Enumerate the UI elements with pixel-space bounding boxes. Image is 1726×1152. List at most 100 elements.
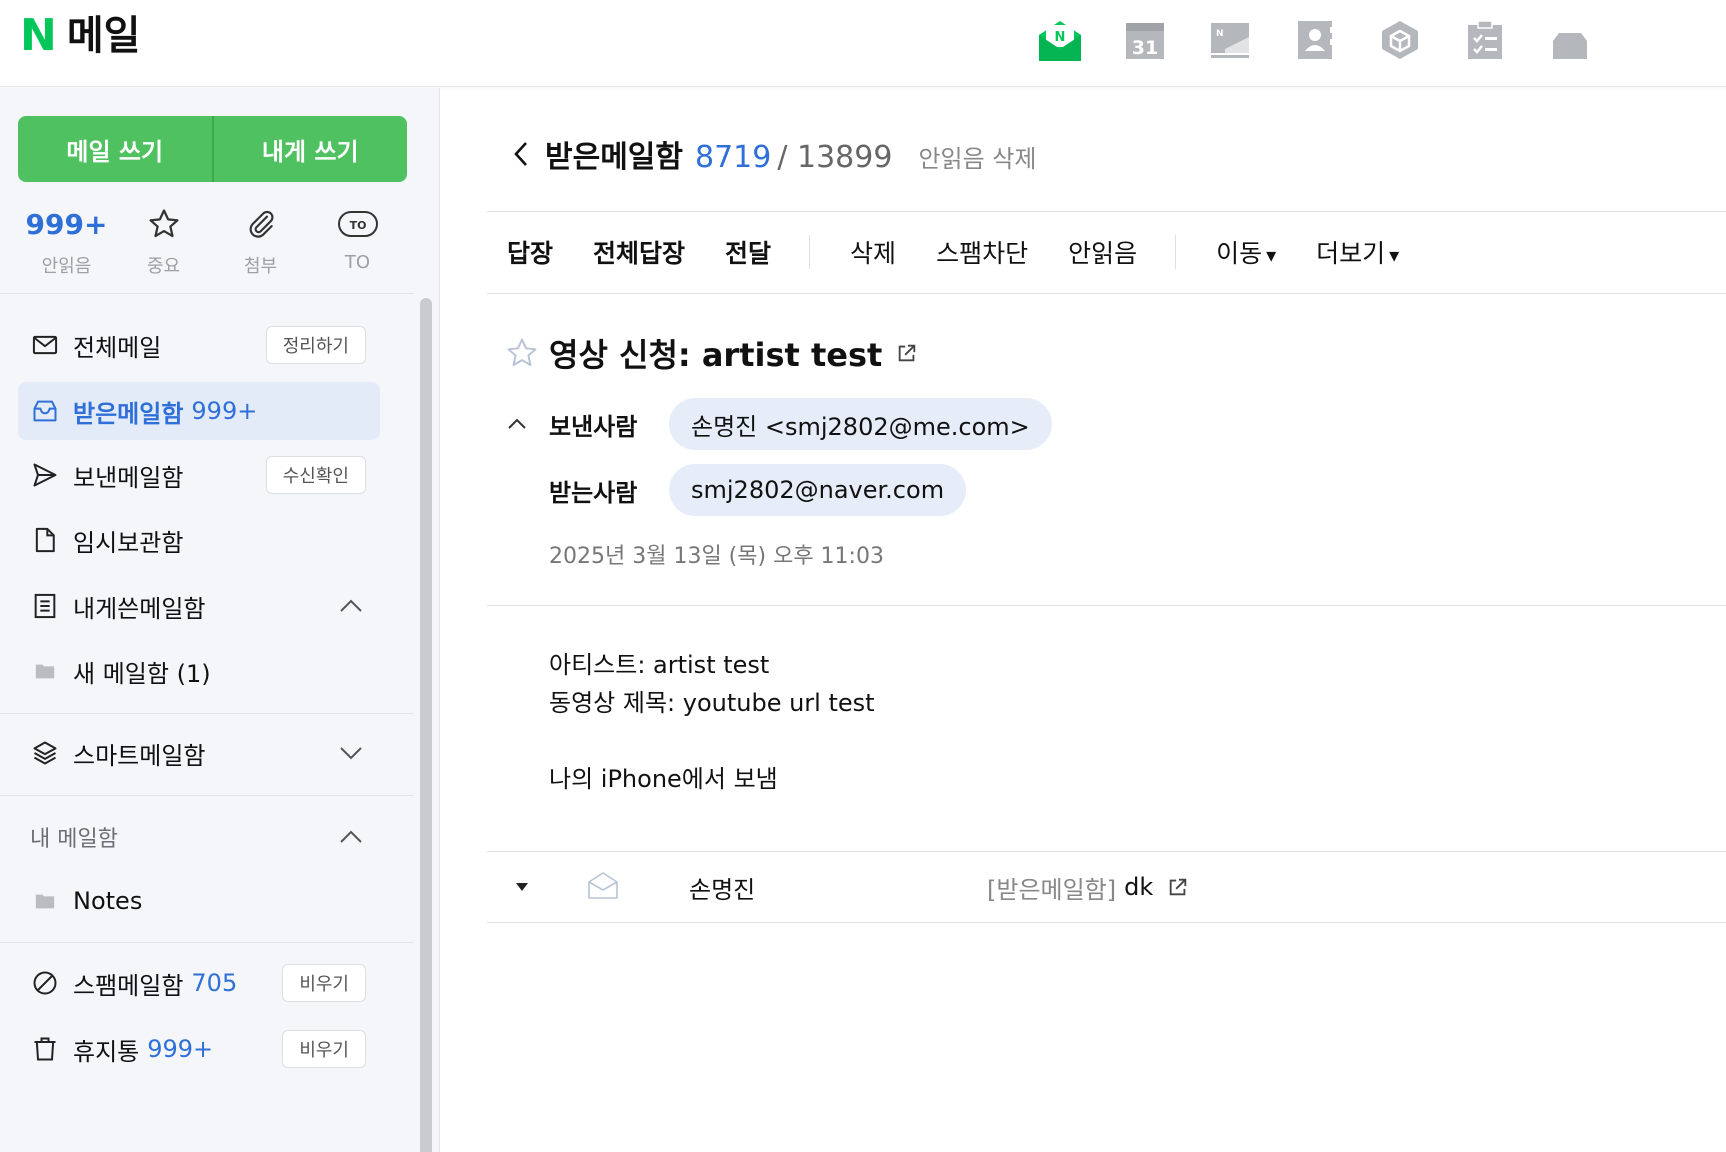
to-badge-icon: TO (337, 211, 378, 237)
attachment-filter[interactable]: 첨부 (212, 200, 309, 278)
folder-label: 스팸메일함 (73, 971, 184, 1000)
delete-button[interactable]: 삭제 (850, 234, 896, 270)
mail-view: 받은메일함 8719 / 13899 안읽음 삭제 답장 전체답장 전달 삭제 … (441, 88, 1726, 1152)
folder-icon (30, 656, 60, 686)
paperclip-icon (249, 210, 273, 238)
forward-button[interactable]: 전달 (725, 234, 771, 270)
divider (0, 942, 414, 943)
app-switcher: N 31 N (1036, 16, 1631, 64)
my-mailbox-section-title: 내 메일함 (30, 827, 118, 852)
block-icon (30, 968, 60, 998)
folder-notes[interactable]: Notes (18, 872, 380, 930)
folder-label: Notes (73, 887, 143, 915)
to-me-filter[interactable]: TO TO (309, 200, 406, 278)
body-line: 아티스트: artist test (549, 651, 770, 679)
envelope-icon (30, 330, 60, 360)
important-filter[interactable]: 중요 (115, 200, 212, 278)
to-me-filter-label: TO (344, 252, 371, 273)
folder-label: 보낸메일함 (73, 463, 184, 492)
thread-subject[interactable]: dk (1124, 873, 1153, 901)
calendar-app-icon[interactable]: 31 (1121, 16, 1169, 64)
mail-app-icon[interactable]: N (1036, 16, 1084, 64)
sidebar: 메일 쓰기 내게 쓰기 999+ 안읽음 중요 첨부 TO TO 전체메일 정리… (0, 88, 440, 1152)
folder-unread-count: 705 (191, 969, 238, 997)
external-link-icon[interactable] (1167, 876, 1189, 898)
body-signature: 나의 iPhone에서 보냄 (549, 765, 778, 793)
mail-subject-row: 영상 신청: artist test (505, 330, 918, 376)
mail-toolbar: 답장 전체답장 전달 삭제 스팸차단 안읽음 이동 더보기 (507, 234, 1439, 270)
empty-trash-button[interactable]: 비우기 (282, 1030, 366, 1068)
unread-count: 8719 (695, 140, 772, 175)
compose-self-button[interactable]: 내게 쓰기 (211, 116, 408, 182)
folder-label: 임시보관함 (73, 528, 184, 557)
folder-smart[interactable]: 스마트메일함 (18, 724, 380, 782)
document-icon (30, 525, 60, 555)
thread-sender: 손명진 (689, 875, 756, 904)
more-dropdown[interactable]: 더보기 (1316, 234, 1399, 270)
organize-button[interactable]: 정리하기 (265, 326, 366, 364)
star-icon[interactable] (505, 336, 539, 370)
unread-filter[interactable]: 999+ 안읽음 (18, 200, 115, 278)
read-receipt-button[interactable]: 수신확인 (265, 456, 366, 494)
mail-body: 아티스트: artist test 동영상 제목: youtube url te… (549, 646, 875, 798)
folder-label: 새 메일함 (1) (73, 659, 211, 688)
svg-text:N: N (1216, 29, 1224, 39)
delete-unread-button[interactable]: 안읽음 삭제 (918, 139, 1036, 174)
compose-mail-button[interactable]: 메일 쓰기 (18, 116, 212, 182)
send-icon (30, 460, 60, 490)
caret-down-icon (516, 883, 528, 891)
body-line: 동영상 제목: youtube url test (549, 689, 875, 717)
folder-label: 스마트메일함 (73, 741, 206, 770)
folder-spam[interactable]: 스팸메일함 705 비우기 (18, 954, 380, 1012)
quick-filters: 999+ 안읽음 중요 첨부 TO TO (18, 200, 408, 278)
spam-block-button[interactable]: 스팸차단 (936, 234, 1028, 270)
trash-icon (30, 1034, 60, 1064)
divider (487, 922, 1726, 923)
reply-all-button[interactable]: 전체답장 (593, 234, 685, 270)
compose-group: 메일 쓰기 내게 쓰기 (18, 116, 407, 182)
star-icon (148, 209, 179, 238)
chevron-down-icon[interactable] (336, 738, 366, 768)
recipient-chip[interactable]: smj2802@naver.com (669, 464, 967, 516)
attachment-filter-label: 첨부 (243, 256, 278, 277)
folder-header: 받은메일함 8719 / 13899 안읽음 삭제 (509, 132, 1036, 176)
folder-sent[interactable]: 보낸메일함 수신확인 (18, 446, 380, 504)
divider (487, 211, 1726, 212)
chevron-up-icon[interactable] (336, 591, 366, 621)
sender-chip[interactable]: 손명진 <smj2802@me.com> (669, 398, 1052, 450)
service-title: 메일 (66, 13, 141, 59)
more-app-icon[interactable] (1546, 16, 1594, 64)
external-link-icon[interactable] (896, 342, 918, 364)
back-arrow-icon[interactable] (509, 139, 533, 169)
folder-drafts[interactable]: 임시보관함 (18, 511, 380, 569)
thread-toggle[interactable] (487, 882, 557, 892)
folder-new-box[interactable]: 새 메일함 (1) (18, 642, 380, 700)
top-bar: N 메일 N 31 N (0, 0, 1726, 87)
folder-all-mail[interactable]: 전체메일 정리하기 (18, 316, 380, 374)
empty-spam-button[interactable]: 비우기 (282, 964, 366, 1002)
mark-unread-button[interactable]: 안읽음 (1068, 234, 1137, 270)
sidebar-scrollbar[interactable] (420, 298, 432, 1152)
folder-trash[interactable]: 휴지통 999+ 비우기 (18, 1020, 380, 1078)
news-app-icon[interactable]: N (1206, 16, 1254, 64)
svg-text:TO: TO (349, 219, 366, 232)
reply-button[interactable]: 답장 (507, 234, 553, 270)
folder-title: 받은메일함 (545, 140, 683, 175)
mail-subject: 영상 신청: artist test (549, 336, 883, 374)
recipient-label: 받는사람 (549, 478, 638, 507)
box-app-icon[interactable] (1376, 16, 1424, 64)
chevron-up-icon[interactable] (336, 822, 366, 852)
folder-label: 받은메일함 (73, 399, 184, 428)
contacts-app-icon[interactable] (1291, 16, 1339, 64)
folder-label: 휴지통 (73, 1037, 140, 1066)
unread-filter-label: 안읽음 (41, 256, 92, 277)
chevron-up-icon[interactable] (505, 412, 529, 436)
todo-app-icon[interactable] (1461, 16, 1509, 64)
move-dropdown[interactable]: 이동 (1216, 234, 1276, 270)
divider (487, 605, 1726, 606)
naver-mail-logo[interactable]: N 메일 (20, 14, 140, 58)
folder-self-mail[interactable]: 내게쓴메일함 (18, 577, 380, 635)
thread-row[interactable]: 손명진 [받은메일함] dk (487, 852, 1726, 922)
folder-inbox[interactable]: 받은메일함 999+ (18, 382, 380, 440)
